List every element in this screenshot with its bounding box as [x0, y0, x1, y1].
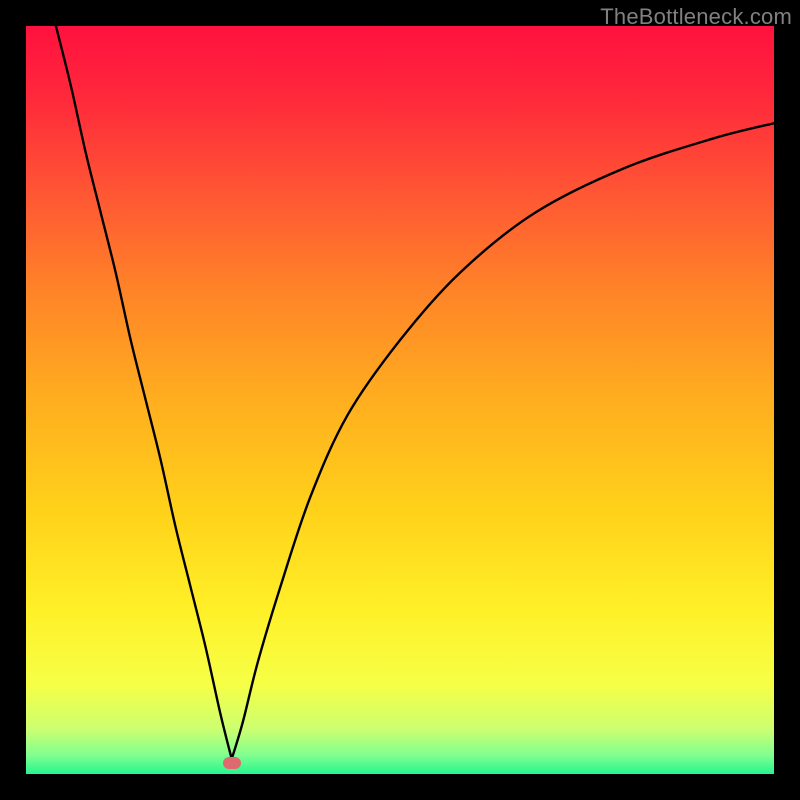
minimum-marker [223, 757, 241, 769]
watermark-text: TheBottleneck.com [600, 4, 792, 30]
plot-area [26, 26, 774, 774]
plot-svg [26, 26, 774, 774]
chart-canvas: TheBottleneck.com [0, 0, 800, 800]
gradient-background [26, 26, 774, 774]
